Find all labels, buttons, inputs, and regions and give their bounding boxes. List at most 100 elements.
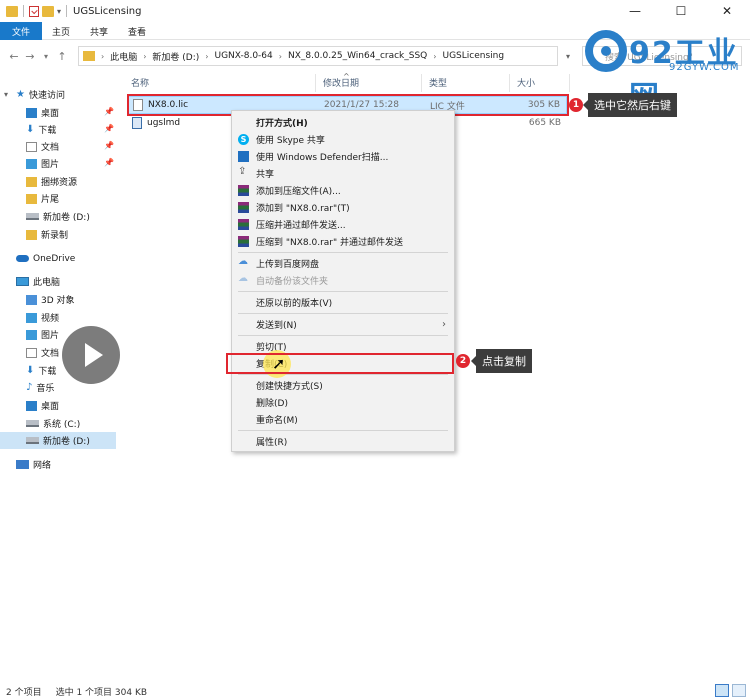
sidebar-quick-access[interactable]: ▾ ★ 快速访问 bbox=[4, 86, 65, 103]
tab-view[interactable]: 查看 bbox=[118, 22, 156, 40]
document-icon bbox=[26, 141, 37, 152]
tab-home[interactable]: 主页 bbox=[42, 22, 80, 40]
column-divider[interactable] bbox=[421, 74, 422, 92]
menu-upload-baidu[interactable]: ☁ 上传到百度网盘 bbox=[232, 255, 454, 272]
sidebar-item-bundle[interactable]: 捆绑资源 bbox=[26, 173, 77, 190]
sidebar-item-label: 网络 bbox=[33, 461, 52, 471]
sidebar-this-pc[interactable]: 此电脑 bbox=[16, 273, 60, 290]
column-type[interactable]: 类型 bbox=[429, 76, 447, 89]
sidebar-item-3d[interactable]: 3D 对象 bbox=[26, 291, 75, 308]
sidebar-item-pictures[interactable]: 图片 bbox=[26, 155, 59, 172]
menu-send-to[interactable]: 发送到(N) › bbox=[232, 316, 454, 333]
sidebar-item-drive-d[interactable]: 新加卷 (D:) bbox=[26, 208, 90, 225]
maximize-button[interactable]: ☐ bbox=[658, 0, 704, 22]
context-menu: 打开方式(H) S 使用 Skype 共享 使用 Windows Defende… bbox=[231, 110, 455, 452]
properties-check-icon[interactable] bbox=[29, 5, 39, 17]
tab-share[interactable]: 共享 bbox=[80, 22, 118, 40]
sidebar-item-label: 图片 bbox=[41, 160, 60, 170]
menu-defender-scan[interactable]: 使用 Windows Defender扫描... bbox=[232, 148, 454, 165]
folder-icon bbox=[83, 51, 95, 61]
breadcrumb-separator[interactable]: › bbox=[143, 52, 146, 61]
breadcrumb-ugslicensing[interactable]: UGSLicensing bbox=[442, 51, 504, 61]
sidebar-item-label: 新录制 bbox=[41, 231, 69, 241]
pin-icon[interactable]: 📌 bbox=[104, 158, 114, 167]
view-toggle bbox=[715, 684, 746, 697]
up-arrow-icon[interactable]: ↑ bbox=[54, 50, 70, 63]
sidebar-item-label: 片尾 bbox=[41, 195, 60, 205]
sidebar-item-label: 新加卷 (D:) bbox=[43, 437, 90, 447]
minimize-button[interactable]: — bbox=[612, 0, 658, 22]
breadcrumb-separator[interactable]: › bbox=[433, 52, 436, 61]
pin-icon[interactable]: 📌 bbox=[104, 124, 114, 133]
sidebar-item-pc-pictures[interactable]: 图片 bbox=[26, 326, 59, 343]
back-arrow-icon[interactable]: ← bbox=[6, 50, 22, 63]
menu-item-label: 添加到 "NX8.0.rar"(T) bbox=[256, 204, 350, 214]
sidebar-item-documents[interactable]: 文档 bbox=[26, 138, 59, 155]
breadcrumb-ugnx[interactable]: UGNX-8.0-64 bbox=[214, 51, 272, 61]
watermark-logo: 92工业网 92GYW.COM bbox=[585, 28, 750, 115]
step-badge-1: 1 bbox=[569, 98, 583, 112]
sidebar-item-recordings[interactable]: 新录制 bbox=[26, 226, 68, 243]
sidebar-item-music[interactable]: ♪ 音乐 bbox=[26, 379, 54, 396]
sidebar-item-label: 视频 bbox=[41, 314, 60, 324]
column-name[interactable]: 名称 bbox=[131, 76, 149, 89]
breadcrumb-drive-d[interactable]: 新加卷 (D:) bbox=[152, 50, 199, 63]
sidebar-item-pc-drive-d[interactable]: 新加卷 (D:) bbox=[0, 432, 116, 449]
menu-share[interactable]: ⇪ 共享 bbox=[232, 165, 454, 182]
breadcrumb-separator[interactable]: › bbox=[205, 52, 208, 61]
menu-compress-email[interactable]: 压缩并通过邮件发送... bbox=[232, 216, 454, 233]
menu-rename[interactable]: 重命名(M) bbox=[232, 411, 454, 428]
breadcrumb-this-pc[interactable]: 此电脑 bbox=[110, 50, 137, 63]
recent-chevron-icon[interactable]: ▾ bbox=[38, 52, 54, 61]
address-bar[interactable]: › 此电脑 › 新加卷 (D:) › UGNX-8.0-64 › NX_8.0.… bbox=[78, 46, 558, 66]
pin-icon[interactable]: 📌 bbox=[104, 107, 114, 116]
defender-shield-icon bbox=[238, 151, 249, 162]
menu-separator bbox=[238, 430, 448, 431]
menu-delete[interactable]: 删除(D) bbox=[232, 394, 454, 411]
sidebar-item-outro[interactable]: 片尾 bbox=[26, 190, 59, 207]
menu-properties[interactable]: 属性(R) bbox=[232, 433, 454, 450]
column-size[interactable]: 大小 bbox=[517, 76, 535, 89]
pin-icon[interactable]: 📌 bbox=[104, 141, 114, 150]
column-divider[interactable] bbox=[509, 74, 510, 92]
menu-item-label: 使用 Windows Defender扫描... bbox=[256, 153, 389, 163]
sidebar-item-label: 快速访问 bbox=[28, 91, 65, 101]
menu-add-archive[interactable]: 添加到压缩文件(A)... bbox=[232, 182, 454, 199]
menu-create-shortcut[interactable]: 创建快捷方式(S) bbox=[232, 377, 454, 394]
menu-item-label: 上传到百度网盘 bbox=[256, 260, 320, 270]
sidebar-onedrive[interactable]: OneDrive bbox=[16, 250, 75, 267]
details-view-icon[interactable] bbox=[715, 684, 729, 697]
menu-add-to-rar[interactable]: 添加到 "NX8.0.rar"(T) bbox=[232, 199, 454, 216]
menu-open-with[interactable]: 打开方式(H) bbox=[232, 114, 454, 131]
sidebar-item-desktop[interactable]: 桌面 bbox=[26, 104, 59, 121]
column-divider[interactable] bbox=[315, 74, 316, 92]
menu-restore-versions[interactable]: 还原以前的版本(V) bbox=[232, 294, 454, 311]
sidebar-item-drive-c[interactable]: 系统 (C:) bbox=[26, 415, 80, 432]
breadcrumb-separator[interactable]: › bbox=[101, 52, 104, 61]
column-divider[interactable] bbox=[569, 74, 570, 92]
breadcrumb-separator[interactable]: › bbox=[279, 52, 282, 61]
gear-logo-icon bbox=[585, 30, 627, 72]
large-icons-view-icon[interactable] bbox=[732, 684, 746, 697]
sidebar-item-downloads[interactable]: ⬇ 下载 bbox=[26, 121, 56, 138]
close-button[interactable]: ✕ bbox=[704, 0, 750, 22]
expand-chevron-icon[interactable]: ▾ bbox=[4, 90, 12, 99]
sidebar-item-pc-downloads[interactable]: ⬇ 下载 bbox=[26, 362, 56, 379]
chevron-down-icon[interactable]: ▾ bbox=[57, 7, 61, 16]
picture-icon bbox=[26, 158, 37, 169]
tab-file[interactable]: 文件 bbox=[0, 22, 43, 40]
sidebar-network[interactable]: 网络 bbox=[16, 456, 51, 473]
play-button[interactable] bbox=[62, 326, 120, 384]
address-dropdown-icon[interactable]: ▾ bbox=[556, 46, 580, 66]
menu-compress-rar-email[interactable]: 压缩到 "NX8.0.rar" 并通过邮件发送 bbox=[232, 233, 454, 250]
sidebar-item-pc-desktop[interactable]: 桌面 bbox=[26, 397, 59, 414]
sidebar-item-pc-documents[interactable]: 文档 bbox=[26, 344, 59, 361]
sidebar-item-videos[interactable]: 视频 bbox=[26, 309, 59, 326]
forward-arrow-icon[interactable]: → bbox=[22, 50, 38, 63]
column-date[interactable]: 修改日期 bbox=[323, 76, 359, 89]
breadcrumb-crack-folder[interactable]: NX_8.0.0.25_Win64_crack_SSQ bbox=[288, 51, 427, 61]
baidu-cloud-icon: ☁ bbox=[238, 273, 248, 284]
sidebar-item-label: 下载 bbox=[38, 367, 57, 377]
new-folder-icon[interactable] bbox=[42, 5, 54, 17]
menu-skype-share[interactable]: S 使用 Skype 共享 bbox=[232, 131, 454, 148]
